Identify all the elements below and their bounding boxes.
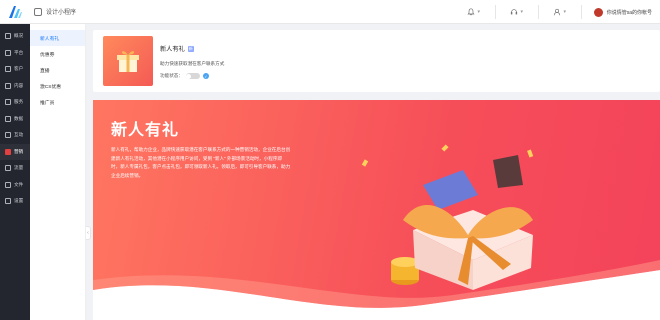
mini-program-icon: [34, 7, 42, 16]
marketing-icon: [5, 148, 11, 155]
data-icon: [5, 115, 11, 122]
chevron-down-icon: ▾: [477, 9, 480, 15]
file-icon: [5, 181, 11, 188]
sidebar-item-customer[interactable]: 客户: [0, 61, 30, 78]
logo-icon: [9, 5, 22, 18]
sidebar-item-label: 概况: [14, 33, 24, 39]
sidebar-item-label: 营销: [14, 148, 24, 154]
help-icon[interactable]: ✓: [202, 73, 209, 79]
account-button[interactable]: ▾: [545, 0, 575, 24]
chevron-left-icon: ‹: [87, 230, 89, 236]
sidebar-item-traffic[interactable]: 流量: [0, 160, 30, 177]
sidebar-item-data[interactable]: 数据: [0, 111, 30, 128]
subnav-item-live[interactable]: 直播: [30, 62, 85, 78]
service-icon: [5, 99, 11, 106]
banner-title: 新人有礼: [111, 120, 180, 139]
main-sidebar: 概况 平台 客户 内容 服务 数据 互动 营销 流量 文件 设置: [0, 24, 30, 320]
banner-description: 新人有礼，帮助力企业，品牌快速获取潜在客户联系方式的一种营销活动，企业在后台创建…: [111, 147, 291, 178]
notification-button[interactable]: ▾: [459, 0, 489, 24]
sidebar-item-overview[interactable]: 概况: [0, 28, 30, 45]
sub-navigation: 新人有礼 优惠券 直播 激CS优惠 推广员: [30, 24, 86, 320]
sidebar-item-label: 平台: [14, 49, 24, 55]
interaction-icon: [5, 132, 11, 139]
support-button[interactable]: ▾: [502, 0, 532, 24]
sidebar-item-content[interactable]: 内容: [0, 78, 30, 95]
bell-icon: [467, 8, 476, 16]
user-name: 你说情管sa的你帐号: [606, 9, 652, 16]
sidebar-item-marketing[interactable]: 营销: [0, 143, 30, 160]
divider: [494, 5, 496, 19]
settings-icon: [5, 198, 11, 205]
subnav-item-coupon[interactable]: 优惠券: [30, 46, 85, 62]
sidebar-item-label: 文件: [14, 181, 24, 187]
divider: [537, 5, 539, 19]
gift-box-illustration: [361, 144, 534, 290]
sidebar-item-label: 客户: [14, 66, 24, 72]
divider: [580, 5, 582, 19]
content-icon: [5, 82, 11, 89]
feature-info-card: 新人有礼 新 助力快速获取潜在客户联系方式 功能状态： ✓: [93, 30, 660, 92]
user-icon: [554, 8, 561, 16]
platform-icon: [5, 49, 11, 56]
feature-thumbnail: [103, 36, 153, 86]
sidebar-item-label: 服务: [14, 99, 24, 105]
feature-toggle[interactable]: [185, 73, 200, 79]
app-title: 设计小程序: [46, 10, 77, 16]
collapse-subnav-button[interactable]: ‹: [86, 226, 91, 240]
customer-icon: [5, 66, 11, 73]
sidebar-item-label: 内容: [14, 82, 24, 88]
sidebar-item-service[interactable]: 服务: [0, 94, 30, 111]
chevron-down-icon: ▾: [520, 9, 523, 15]
sidebar-item-platform[interactable]: 平台: [0, 45, 30, 62]
gift-icon: [117, 51, 139, 72]
main-content: 新人有礼 新 助力快速获取潜在客户联系方式 功能状态： ✓ 新人有礼 新人有礼，…: [93, 30, 660, 320]
subnav-item-newcomer-gift[interactable]: 新人有礼: [30, 30, 85, 46]
traffic-icon: [5, 165, 11, 172]
sidebar-item-interaction[interactable]: 互动: [0, 127, 30, 144]
sidebar-item-label: 设置: [14, 198, 24, 204]
dashboard-icon: [5, 33, 11, 40]
sidebar-item-file[interactable]: 文件: [0, 177, 30, 194]
subnav-item-promoter[interactable]: 推广员: [30, 94, 85, 110]
app-logo[interactable]: [0, 0, 30, 24]
avatar: [593, 7, 603, 17]
sidebar-item-label: 流量: [14, 165, 24, 171]
user-profile[interactable]: 你说情管sa的你帐号: [588, 7, 660, 17]
new-badge: 新: [187, 45, 194, 52]
subnav-item-discount[interactable]: 激CS优惠: [30, 78, 85, 94]
top-bar: 设计小程序 ▾ ▾ ▾ 你说情管sa的你帐号: [0, 0, 660, 24]
app-switcher[interactable]: 设计小程序: [34, 7, 76, 16]
feature-description: 助力快速获取潜在客户联系方式: [160, 61, 225, 66]
status-label: 功能状态：: [160, 73, 183, 78]
chevron-down-icon: ▾: [563, 9, 566, 15]
promo-banner: 新人有礼 新人有礼，帮助力企业，品牌快速获取潜在客户联系方式的一种营销活动，企业…: [93, 100, 660, 320]
headset-icon: [511, 9, 518, 15]
sidebar-item-label: 互动: [14, 132, 24, 138]
sidebar-item-settings[interactable]: 设置: [0, 193, 30, 210]
sidebar-item-label: 数据: [14, 115, 24, 121]
feature-title: 新人有礼: [160, 46, 185, 53]
